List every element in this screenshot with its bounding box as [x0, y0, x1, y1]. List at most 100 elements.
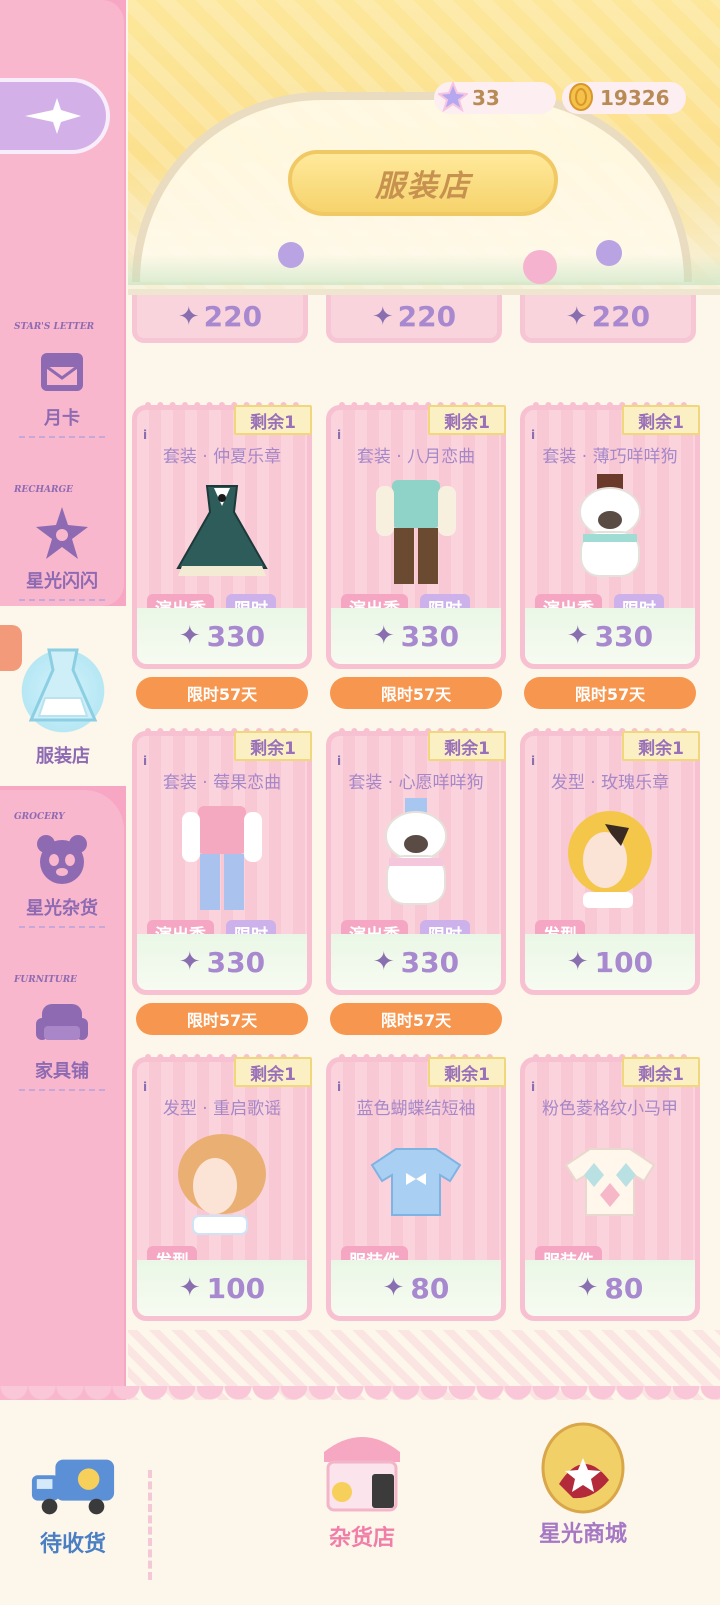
- product-card-partial[interactable]: ✦ 220: [520, 295, 696, 343]
- info-icon[interactable]: i: [337, 428, 351, 442]
- sidebar-item-monthly-card[interactable]: STAR'S LETTER 月卡: [0, 322, 124, 452]
- stock-badge: 剩余1: [428, 731, 506, 761]
- flower-decoration: [523, 250, 557, 284]
- product-card[interactable]: 剩余1 i 蓝色蝴蝶结短袖 服装件 ✦ 80: [326, 1054, 506, 1321]
- product-card[interactable]: 剩余1 i 套装 · 八月恋曲 演出季 限时 ✦ 330: [326, 402, 506, 669]
- product-price-row: ✦ 330: [137, 608, 307, 664]
- product-price: 220: [397, 300, 457, 333]
- nav-label: 待收货: [39, 1532, 106, 1557]
- sidebar-item-label: 家具铺: [19, 1057, 105, 1091]
- product-price: 100: [206, 1271, 266, 1305]
- sidebar-item-grocery[interactable]: GROCERY 星光杂货: [0, 812, 124, 942]
- sidebar-item-label: 星光杂货: [19, 894, 105, 928]
- product-price-row: ✦ 100: [525, 934, 695, 990]
- category-sidebar: STAR'S LETTER 月卡 RECHARGE 星光闪闪 服装店 GROCE…: [0, 0, 126, 1400]
- product-card[interactable]: 剩余1 i 套装 · 莓果恋曲 演出季 限时 ✦ 330: [132, 728, 312, 995]
- product-title: 套装 · 薄巧咩咩狗: [542, 447, 678, 467]
- vest-suit-icon: [351, 472, 481, 590]
- star-crystal-icon: ✦: [372, 947, 395, 977]
- product-title: 套装 · 心愿咩咩狗: [348, 773, 484, 793]
- info-icon[interactable]: i: [337, 1080, 351, 1094]
- product-price: 330: [594, 619, 654, 653]
- flower-decoration: [596, 240, 622, 266]
- stock-badge: 剩余1: [428, 1057, 506, 1087]
- product-card[interactable]: 剩余1 i 套装 · 仲夏乐章 演出季 限时 ✦ 330: [132, 402, 312, 669]
- white-puppy-icon: [351, 798, 481, 916]
- sofa-icon: [30, 991, 94, 1055]
- nav-label: 星光商城: [538, 1522, 627, 1547]
- delivery-truck-icon: [28, 1440, 118, 1530]
- sidebar-item-en-label: RECHARGE: [14, 485, 74, 495]
- info-icon[interactable]: i: [143, 428, 157, 442]
- product-card[interactable]: 剩余1 i 套装 · 心愿咩咩狗 演出季 限时 ✦ 330: [326, 728, 506, 995]
- puppy-costume-icon: [545, 472, 675, 590]
- info-icon[interactable]: i: [531, 754, 545, 768]
- orange-hair-icon: [157, 1124, 287, 1242]
- coin-currency[interactable]: 19326: [562, 82, 686, 114]
- product-title: 粉色菱格纹小马甲: [542, 1099, 678, 1119]
- limited-time-label: 限时57天: [524, 677, 696, 709]
- nav-label: 杂货店: [328, 1526, 395, 1551]
- sidebar-item-furniture[interactable]: FURNITURE 家具铺: [0, 975, 124, 1105]
- info-icon[interactable]: i: [531, 1080, 545, 1094]
- info-icon[interactable]: i: [143, 1080, 157, 1094]
- product-grid: ✦ 220 ✦ 220 ✦ 220 剩余1 i 套装 · 仲夏乐章 ✦ 330 …: [130, 295, 720, 1385]
- stock-badge: 剩余1: [234, 1057, 312, 1087]
- star-currency-value: 33: [472, 86, 500, 110]
- sidebar-item-label: 服装店: [36, 746, 90, 767]
- product-price: 80: [410, 1271, 450, 1305]
- info-icon[interactable]: i: [531, 428, 545, 442]
- product-price: 100: [594, 945, 654, 979]
- star-crystal-icon: ✦: [382, 1273, 405, 1303]
- sidebar-item-en-label: GROCERY: [14, 812, 65, 822]
- info-icon[interactable]: i: [337, 754, 351, 768]
- product-price: 220: [591, 300, 651, 333]
- page-title: 服装店: [375, 169, 471, 204]
- grocery-stall-icon: [312, 1420, 412, 1524]
- info-icon[interactable]: i: [143, 754, 157, 768]
- nav-grocery-store[interactable]: 杂货店: [312, 1420, 412, 1552]
- product-card-partial[interactable]: ✦ 220: [132, 295, 308, 343]
- star-crystal-icon: ✦: [576, 1273, 599, 1303]
- product-card-partial[interactable]: ✦ 220: [326, 295, 502, 343]
- product-price-row: ✦ 330: [331, 934, 501, 990]
- back-button[interactable]: [0, 78, 110, 154]
- product-card[interactable]: 剩余1 i 套装 · 薄巧咩咩狗 演出季 限时 ✦ 330: [520, 402, 700, 669]
- star-crystal-icon: [436, 80, 470, 114]
- bottom-navigation: 待收货 杂货店 星光商城: [0, 1386, 720, 1605]
- product-price-row: ✦ 330: [331, 608, 501, 664]
- star-crystal-icon: ✦: [371, 301, 394, 332]
- stock-badge: 剩余1: [622, 405, 700, 435]
- pink-vest-suit-icon: [157, 798, 287, 916]
- nav-pending-delivery[interactable]: 待收货: [28, 1440, 118, 1558]
- stock-badge: 剩余1: [234, 731, 312, 761]
- product-price: 330: [400, 945, 460, 979]
- teal-dress-icon: [157, 472, 287, 590]
- product-price: 80: [604, 1271, 644, 1305]
- product-card[interactable]: 剩余1 i 粉色菱格纹小马甲 服装件 ✦ 80: [520, 1054, 700, 1321]
- limited-time-label: 限时57天: [136, 677, 308, 709]
- product-price: 330: [400, 619, 460, 653]
- blue-tshirt-icon: [351, 1124, 481, 1242]
- stock-badge: 剩余1: [622, 1057, 700, 1087]
- limited-time-label: 限时57天: [330, 1003, 502, 1035]
- nav-star-mall[interactable]: 星光商城: [528, 1412, 638, 1548]
- active-tab-marker: [0, 625, 22, 671]
- product-card[interactable]: 剩余1 i 发型 · 玫瑰乐章 发型 ✦ 100: [520, 728, 700, 995]
- star-crystal-icon: ✦: [178, 621, 201, 651]
- stock-badge: 剩余1: [428, 405, 506, 435]
- product-price-row: ✦ 330: [525, 608, 695, 664]
- dress-icon: [13, 636, 113, 736]
- product-title: 套装 · 八月恋曲: [356, 447, 476, 467]
- product-card[interactable]: 剩余1 i 发型 · 重启歌谣 发型 ✦ 100: [132, 1054, 312, 1321]
- product-title: 发型 · 重启歌谣: [162, 1099, 282, 1119]
- product-title: 蓝色蝴蝶结短袖: [356, 1099, 476, 1119]
- star-crystal-icon: ✦: [178, 947, 201, 977]
- sparkle-back-icon: [25, 98, 81, 134]
- product-price: 220: [203, 300, 263, 333]
- star-currency[interactable]: 33: [434, 82, 556, 114]
- coin-currency-value: 19326: [600, 86, 670, 110]
- star-crystal-icon: ✦: [178, 1273, 201, 1303]
- sidebar-item-recharge[interactable]: RECHARGE 星光闪闪: [0, 485, 124, 615]
- product-price-row: ✦ 100: [137, 1260, 307, 1316]
